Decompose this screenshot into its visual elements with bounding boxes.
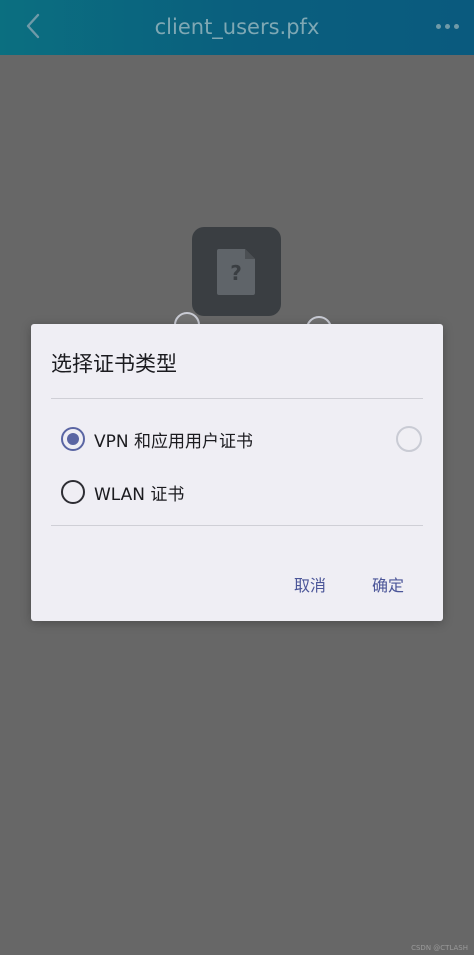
more-horizontal-icon: [435, 23, 441, 29]
option-wlan-cert[interactable]: WLAN 证书: [61, 474, 184, 510]
radio-unchecked-icon[interactable]: [61, 480, 85, 504]
option-label: VPN 和应用用户证书: [94, 431, 254, 452]
certificate-type-dialog: 选择证书类型 VPN 和应用用户证书 WLAN 证书 取消 确定: [31, 324, 443, 621]
watermark: CSDN @CTLASH: [411, 944, 468, 952]
divider: [51, 525, 423, 526]
file-preview: ?: [192, 227, 281, 316]
page-title: client_users.pfx: [154, 15, 320, 39]
option-vpn-app-cert[interactable]: VPN 和应用用户证书: [61, 421, 253, 457]
dialog-title: 选择证书类型: [51, 352, 177, 376]
confirm-button[interactable]: 确定: [372, 572, 404, 596]
cancel-button[interactable]: 取消: [294, 572, 326, 596]
file-question-glyph: ?: [230, 261, 242, 285]
app-bar: client_users.pfx: [0, 0, 474, 55]
touch-indicator: [396, 426, 422, 452]
unknown-file-icon: ?: [216, 248, 255, 295]
radio-checked-icon[interactable]: [61, 427, 85, 451]
more-options-button[interactable]: [432, 14, 462, 38]
more-dot: [444, 23, 450, 29]
option-label: WLAN 证书: [94, 484, 185, 505]
more-dot: [453, 23, 459, 29]
divider: [51, 398, 423, 399]
